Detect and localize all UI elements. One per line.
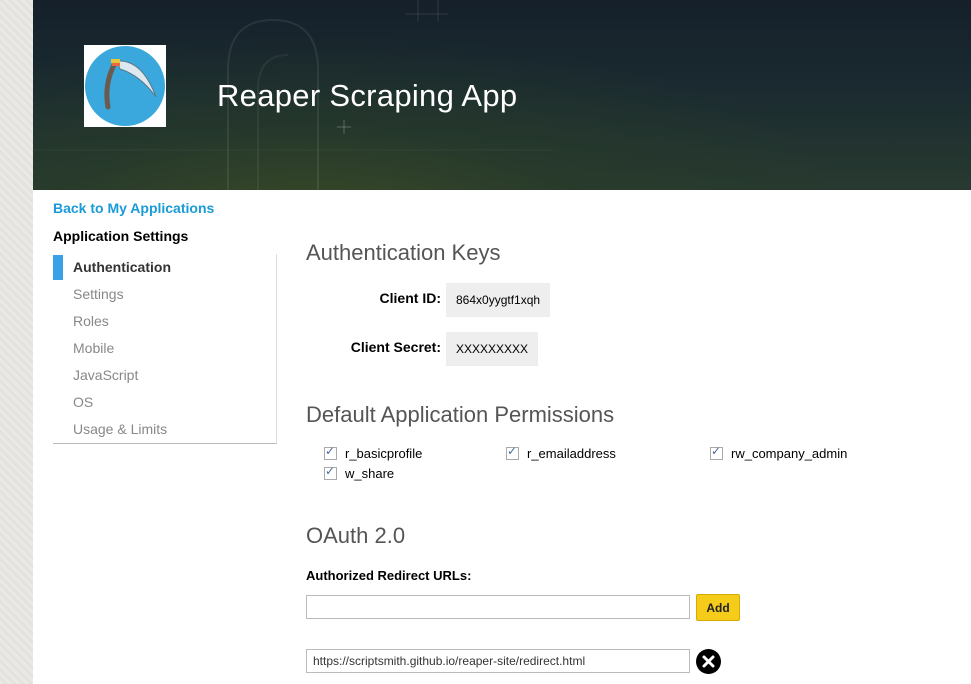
remove-redirect-url-button[interactable] [696, 649, 721, 674]
sidebar-item-roles[interactable]: Roles [53, 308, 276, 335]
app-title: Reaper Scraping App [217, 78, 518, 113]
sidebar-item-mobile[interactable]: Mobile [53, 335, 276, 362]
permission-rw-company-admin[interactable]: rw_company_admin [710, 444, 848, 461]
permission-w-share[interactable]: w_share [324, 464, 395, 481]
sidebar-item-javascript[interactable]: JavaScript [53, 362, 276, 389]
redirect-urls-label: Authorized Redirect URLs: [306, 568, 472, 583]
default-permissions-title: Default Application Permissions [306, 402, 615, 427]
app-banner: Reaper Scraping App [33, 0, 971, 190]
scythe-icon [85, 46, 165, 126]
check-icon[interactable] [710, 444, 723, 460]
check-icon[interactable] [324, 464, 337, 480]
close-icon [702, 655, 715, 668]
sidebar-item-usage-limits[interactable]: Usage & Limits [53, 416, 276, 443]
application-settings-heading: Application Settings [53, 228, 189, 244]
settings-sidebar: Authentication Settings Roles Mobile Jav… [53, 254, 277, 444]
sidebar-item-os[interactable]: OS [53, 389, 276, 416]
client-secret-value: XXXXXXXXX [446, 332, 539, 366]
permission-r-basicprofile[interactable]: r_basicprofile [324, 444, 423, 461]
back-to-applications-link[interactable]: Back to My Applications [53, 200, 214, 216]
permission-r-emailaddress[interactable]: r_emailaddress [506, 444, 616, 461]
sidebar-item-authentication[interactable]: Authentication [53, 254, 276, 281]
sidebar-item-settings[interactable]: Settings [53, 281, 276, 308]
permission-label: r_basicprofile [345, 446, 423, 461]
permission-label: r_emailaddress [527, 446, 616, 461]
check-icon[interactable] [324, 444, 337, 460]
client-id-label: Client ID: [379, 290, 441, 306]
redirect-url-field[interactable] [306, 649, 690, 673]
page-gutter [0, 0, 33, 684]
add-redirect-url-button[interactable]: Add [696, 594, 740, 621]
oauth-title: OAuth 2.0 [306, 523, 406, 548]
client-secret-label: Client Secret: [350, 339, 441, 355]
authentication-keys-title: Authentication Keys [306, 240, 501, 265]
permission-label: rw_company_admin [731, 446, 848, 461]
client-id-value: 864x0yygtf1xqh [446, 283, 551, 317]
check-icon[interactable] [506, 444, 519, 460]
new-redirect-url-input[interactable] [306, 595, 690, 619]
page: Reaper Scraping App Back to My Applicati… [33, 0, 971, 684]
permission-label: w_share [345, 466, 395, 481]
app-logo [84, 45, 166, 127]
